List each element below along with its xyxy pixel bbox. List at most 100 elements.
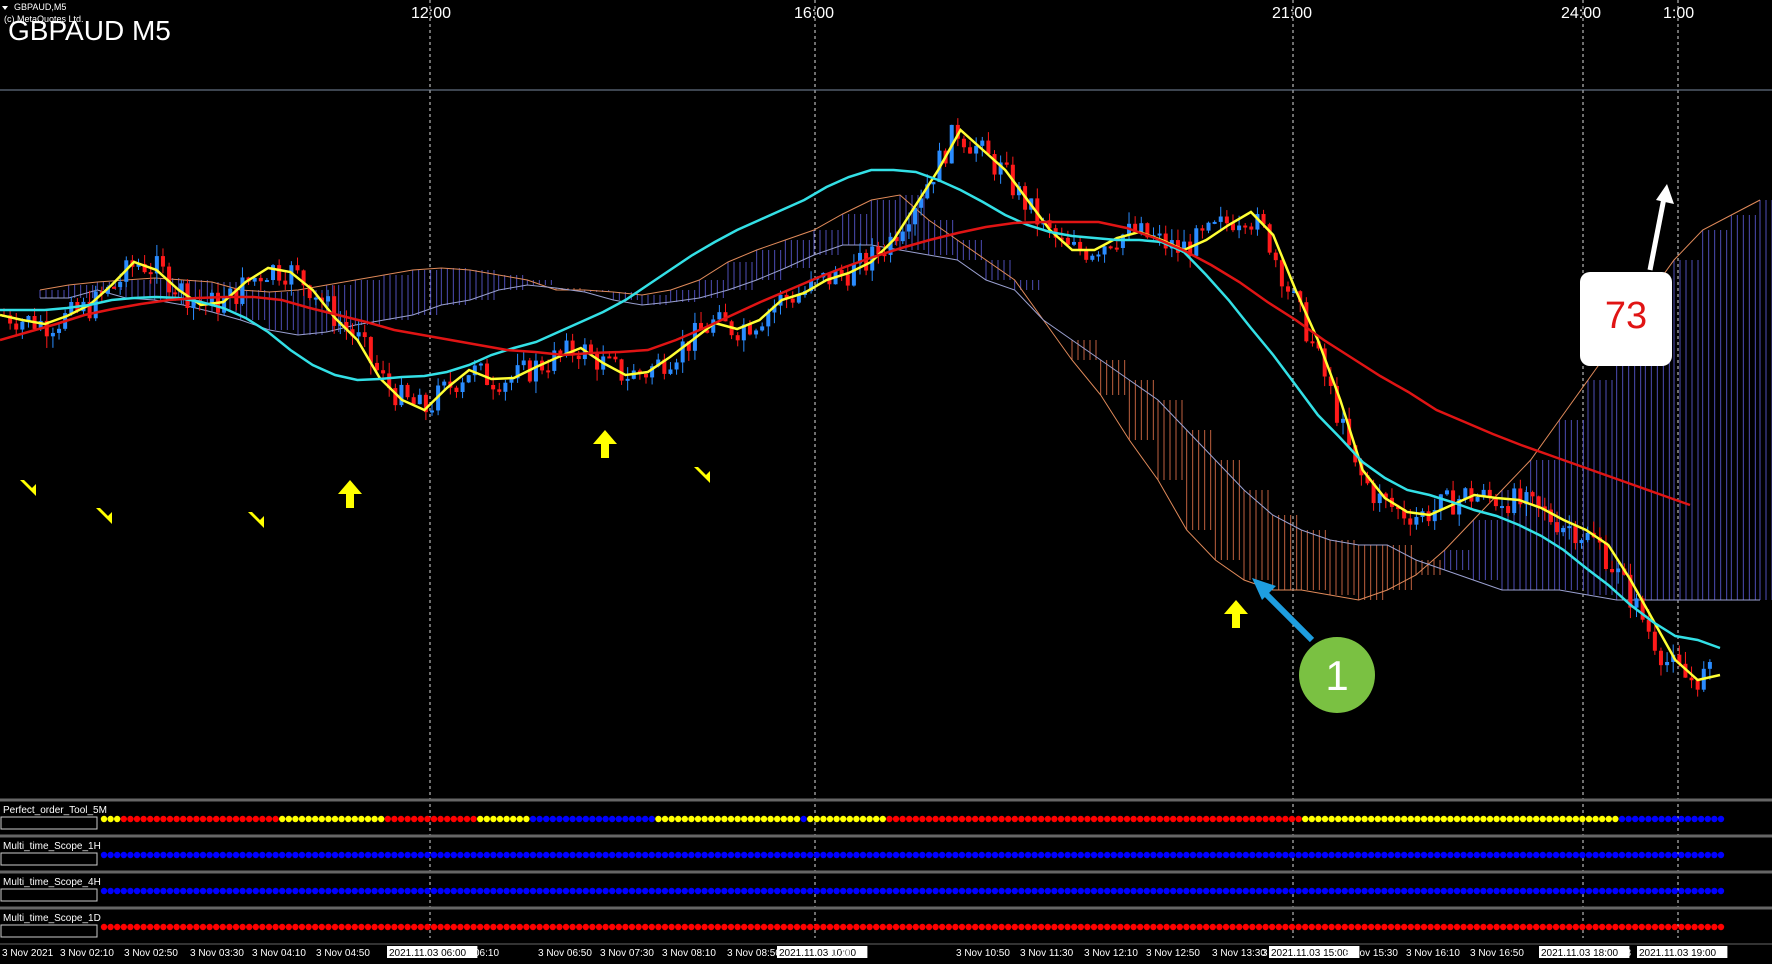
signal-dot [206, 815, 213, 823]
signal-dot [1117, 923, 1124, 931]
signal-dot [107, 887, 114, 895]
signal-dot [424, 887, 431, 895]
signal-dot [1638, 851, 1646, 859]
signal-dot [807, 887, 814, 895]
signal-dot [1658, 815, 1665, 823]
signal-dot [1566, 851, 1573, 859]
signal-dot [173, 851, 180, 859]
time-tick-label: 2021.11.03 19:00 [1639, 948, 1717, 959]
signal-dot [1130, 815, 1137, 823]
signal-dot [820, 923, 827, 931]
signal-dot [1176, 851, 1184, 859]
signal-dot [1645, 851, 1652, 859]
signal-dot [127, 851, 134, 859]
signal-dot [998, 851, 1005, 859]
signal-dot [952, 887, 959, 895]
signal-dot [1123, 923, 1131, 931]
candle-body [1218, 216, 1223, 222]
signal-dot [622, 887, 629, 895]
signal-dot [1335, 923, 1342, 931]
signal-dot [1150, 851, 1157, 859]
signal-dot [397, 815, 405, 823]
signal-dot [133, 887, 141, 895]
signal-dot [741, 815, 748, 823]
signal-dot [1038, 815, 1045, 823]
signal-dot [1176, 887, 1184, 895]
signal-dot [1084, 923, 1091, 931]
signal-dot [1024, 887, 1032, 895]
signal-dot [239, 815, 246, 823]
signal-dot [1546, 887, 1553, 895]
signal-dot [1447, 887, 1454, 895]
signal-dot [582, 923, 589, 931]
badge-1: 1 [1299, 637, 1375, 713]
signal-dot [958, 887, 966, 895]
signal-dot [892, 923, 900, 931]
candle-body [1665, 661, 1670, 666]
signal-dot [1031, 815, 1038, 823]
signal-dot [1104, 815, 1111, 823]
signal-dot [160, 923, 167, 931]
signal-dot [939, 815, 946, 823]
panel-name: Multi_time_Scope_4H [3, 877, 101, 888]
signal-dot [622, 851, 629, 859]
price-chart[interactable]: Perfect_order_Tool_5M Multi_time_Scope_1H… [0, 0, 1772, 964]
signal-dot [1262, 815, 1269, 823]
signal-dot [1579, 923, 1586, 931]
signal-dot [787, 887, 794, 895]
signal-dot [1592, 815, 1599, 823]
signal-dot [523, 851, 530, 859]
signal-dot [470, 851, 477, 859]
signal-dot [727, 887, 735, 895]
signal-dot [668, 887, 675, 895]
signal-dot [1123, 851, 1131, 859]
signal-dot [899, 851, 906, 859]
signal-dot [193, 923, 200, 931]
signal-dot [879, 923, 886, 931]
signal-dot [1163, 887, 1170, 895]
signal-dot [1361, 851, 1368, 859]
signal-dot [767, 923, 774, 931]
signal-dot [378, 887, 385, 895]
signal-dot [1255, 851, 1263, 859]
signal-dot [800, 815, 807, 823]
signal-dot [840, 887, 847, 895]
signal-dot [615, 923, 622, 931]
signal-dot [1216, 887, 1223, 895]
signal-dot [721, 851, 728, 859]
signal-dot [1368, 815, 1375, 823]
signal-dot [675, 923, 682, 931]
signal-dot [655, 887, 662, 895]
signal-dot [840, 851, 847, 859]
signal-dot [892, 887, 900, 895]
signal-dot [1249, 815, 1256, 823]
signal-dot [866, 887, 873, 895]
signal-dot [358, 887, 365, 895]
candle-body [790, 298, 795, 303]
signal-dot [133, 851, 141, 859]
candle-body [1536, 496, 1541, 507]
signal-dot [1638, 887, 1646, 895]
signal-dot [1460, 851, 1467, 859]
signal-dot [411, 815, 418, 823]
signal-dot [305, 851, 312, 859]
signal-dot [1434, 887, 1441, 895]
signal-dot [767, 851, 774, 859]
time-tick-label: 10:10 [826, 948, 851, 959]
signal-dot [1381, 851, 1388, 859]
signal-dot [998, 815, 1005, 823]
signal-dot [1071, 887, 1078, 895]
chart-window[interactable]: { "window": { "symbol_small": "GBPAUD,M5… [0, 0, 1772, 964]
signal-dot [1480, 851, 1487, 859]
signal-dot [1209, 851, 1217, 859]
signal-dot [1368, 887, 1375, 895]
signal-dot [1156, 815, 1164, 823]
signal-dot [1374, 887, 1382, 895]
candle-body [313, 297, 318, 300]
signal-dot [325, 923, 332, 931]
signal-dot [331, 815, 339, 823]
candle-body [1004, 162, 1009, 165]
signal-dot [1480, 815, 1487, 823]
signal-dot [1420, 923, 1428, 931]
signal-dot [1651, 923, 1659, 931]
